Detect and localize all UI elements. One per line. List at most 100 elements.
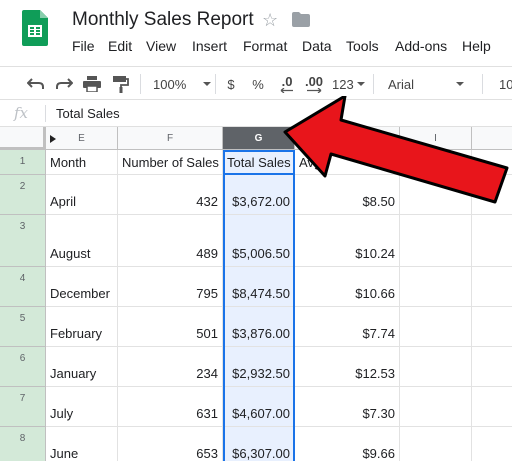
cell-month[interactable]: February bbox=[46, 307, 118, 347]
row-header-3[interactable]: 3 bbox=[0, 215, 46, 267]
menu-view[interactable]: View bbox=[146, 38, 176, 54]
print-button[interactable] bbox=[82, 74, 102, 94]
cell-number-of-sales-header[interactable]: Number of Sales bbox=[118, 150, 223, 175]
row-header-5[interactable]: 5 bbox=[0, 307, 46, 347]
undo-icon bbox=[27, 78, 44, 89]
cell-empty[interactable] bbox=[472, 347, 512, 387]
cell-empty[interactable] bbox=[400, 267, 472, 307]
redo-button[interactable] bbox=[54, 74, 74, 94]
paint-format-icon bbox=[113, 75, 129, 93]
increase-decimals-button[interactable]: .00 bbox=[303, 74, 325, 94]
menu-file[interactable]: File bbox=[72, 38, 95, 54]
cell-average[interactable]: $10.66 bbox=[295, 267, 400, 307]
cell-total-sales[interactable]: $6,307.00 bbox=[223, 427, 295, 461]
menu-data[interactable]: Data bbox=[302, 38, 332, 54]
column-letter: F bbox=[166, 132, 174, 144]
cell-empty[interactable] bbox=[400, 215, 472, 267]
formula-input[interactable]: Total Sales bbox=[56, 106, 120, 121]
cell-total-sales[interactable]: $3,672.00 bbox=[223, 175, 295, 215]
row-header-8[interactable]: 8 bbox=[0, 427, 46, 461]
cell-number-of-sales[interactable]: 501 bbox=[118, 307, 223, 347]
folder-icon[interactable] bbox=[292, 12, 310, 27]
column-header-g[interactable]: G bbox=[223, 127, 295, 150]
cell-empty[interactable] bbox=[400, 307, 472, 347]
cell-empty[interactable] bbox=[400, 427, 472, 461]
cell-month[interactable]: June bbox=[46, 427, 118, 461]
select-all-corner[interactable] bbox=[0, 127, 46, 150]
decrease-decimals-button[interactable]: .0 bbox=[277, 74, 297, 94]
cell-empty[interactable] bbox=[472, 175, 512, 215]
font-size-value: 10 bbox=[499, 76, 512, 92]
cell-empty[interactable] bbox=[472, 307, 512, 347]
column-header-i[interactable]: I bbox=[400, 127, 472, 150]
cell-month[interactable]: August bbox=[46, 215, 118, 267]
row-header-2[interactable]: 2 bbox=[0, 175, 46, 215]
cell-empty[interactable] bbox=[472, 387, 512, 427]
menu-tools[interactable]: Tools bbox=[346, 38, 379, 54]
star-icon[interactable]: ☆ bbox=[262, 9, 278, 31]
currency-format-button[interactable]: $ bbox=[224, 74, 238, 94]
cell-total-sales[interactable]: $3,876.00 bbox=[223, 307, 295, 347]
row-header-1[interactable]: 1 bbox=[0, 150, 46, 175]
cell-month[interactable]: December bbox=[46, 267, 118, 307]
cell-empty[interactable] bbox=[400, 150, 472, 175]
cell-total-sales-header[interactable]: Total Sales bbox=[223, 150, 295, 175]
cell-total-sales[interactable]: $4,607.00 bbox=[223, 387, 295, 427]
column-header-f[interactable]: F bbox=[118, 127, 223, 150]
row-header-4[interactable]: 4 bbox=[0, 267, 46, 307]
cell-number-of-sales[interactable]: 234 bbox=[118, 347, 223, 387]
cell-empty[interactable] bbox=[472, 215, 512, 267]
menu-insert[interactable]: Insert bbox=[192, 38, 227, 54]
zoom-select[interactable]: 100% bbox=[153, 74, 212, 94]
font-size-select[interactable]: 10 bbox=[499, 74, 512, 94]
cell-number-of-sales[interactable]: 631 bbox=[118, 387, 223, 427]
cell-empty[interactable] bbox=[400, 387, 472, 427]
column-letter: I bbox=[434, 132, 437, 144]
column-header-e[interactable]: E bbox=[46, 127, 118, 150]
toolbar-separator bbox=[215, 74, 216, 94]
menu-edit[interactable]: Edit bbox=[108, 38, 132, 54]
row-header-6[interactable]: 6 bbox=[0, 347, 46, 387]
cell-month[interactable]: April bbox=[46, 175, 118, 215]
document-title[interactable]: Monthly Sales Report bbox=[72, 9, 254, 31]
cell-number-of-sales[interactable]: 795 bbox=[118, 267, 223, 307]
zoom-value: 100% bbox=[153, 76, 187, 92]
more-formats-select[interactable]: 123 bbox=[332, 74, 366, 94]
cell-month[interactable]: July bbox=[46, 387, 118, 427]
cell-empty[interactable] bbox=[472, 427, 512, 461]
paint-format-button[interactable] bbox=[111, 74, 131, 94]
cell-number-of-sales[interactable]: 489 bbox=[118, 215, 223, 267]
cell-empty[interactable] bbox=[472, 150, 512, 175]
redo-icon bbox=[56, 78, 73, 89]
cell-average[interactable]: $12.53 bbox=[295, 347, 400, 387]
cell-number-of-sales[interactable]: 432 bbox=[118, 175, 223, 215]
cell-total-sales[interactable]: $2,932.50 bbox=[223, 347, 295, 387]
cell-average[interactable]: $8.50 bbox=[295, 175, 400, 215]
cell-empty[interactable] bbox=[400, 175, 472, 215]
cell-total-sales[interactable]: $8,474.50 bbox=[223, 267, 295, 307]
sheets-logo-icon[interactable] bbox=[22, 10, 48, 46]
menu-format[interactable]: Format bbox=[243, 38, 287, 54]
menu-addons[interactable]: Add-ons bbox=[395, 38, 447, 54]
cell-number-of-sales[interactable]: 653 bbox=[118, 427, 223, 461]
cell-average[interactable]: $7.74 bbox=[295, 307, 400, 347]
font-select[interactable]: Arial bbox=[388, 74, 476, 94]
cell-empty[interactable] bbox=[400, 347, 472, 387]
cell-month[interactable]: January bbox=[46, 347, 118, 387]
row-header-7[interactable]: 7 bbox=[0, 387, 46, 427]
undo-button[interactable] bbox=[26, 74, 46, 94]
toolbar-separator bbox=[482, 74, 483, 94]
menu-help[interactable]: Help bbox=[462, 38, 491, 54]
cell-average[interactable]: $10.24 bbox=[295, 215, 400, 267]
chevron-down-icon bbox=[203, 82, 212, 86]
percent-format-button[interactable]: % bbox=[250, 74, 266, 94]
cell-average[interactable]: $7.30 bbox=[295, 387, 400, 427]
cell-month-header[interactable]: Month bbox=[46, 150, 118, 175]
chevron-down-icon bbox=[356, 82, 365, 86]
cell-empty[interactable] bbox=[472, 267, 512, 307]
cell-average-header[interactable]: Avg bbox=[295, 150, 400, 175]
cell-average[interactable]: $9.66 bbox=[295, 427, 400, 461]
column-header-h[interactable]: H bbox=[295, 127, 400, 150]
cell-total-sales[interactable]: $5,006.50 bbox=[223, 215, 295, 267]
column-header-j[interactable] bbox=[472, 127, 512, 150]
